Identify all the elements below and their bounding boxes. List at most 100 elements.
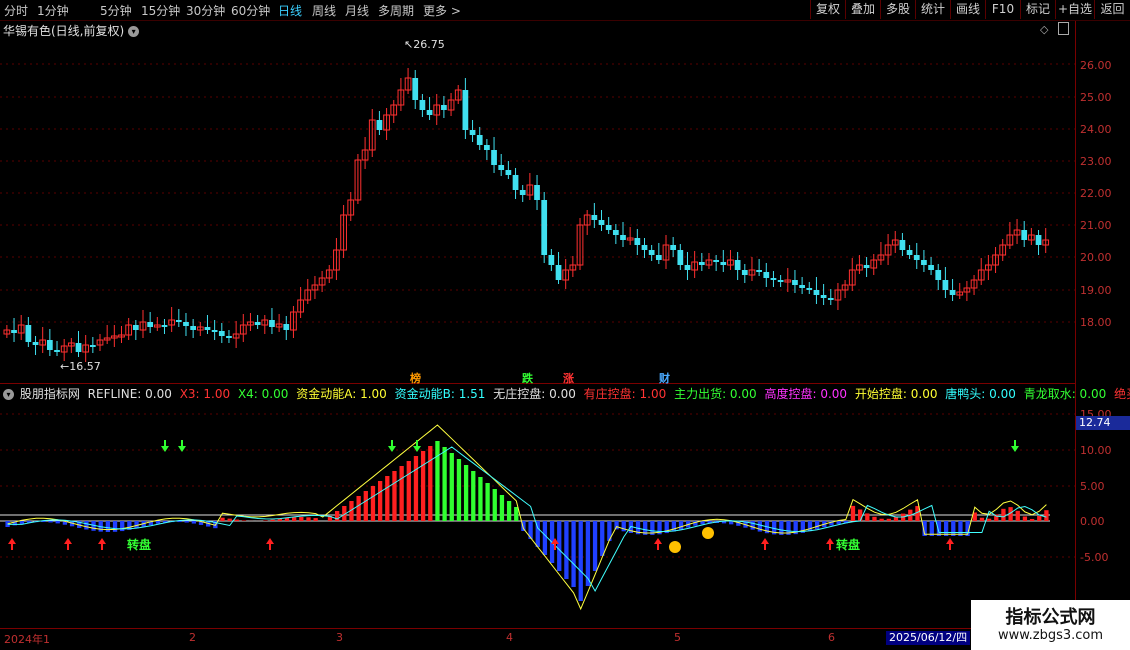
indicator-bar xyxy=(420,451,426,521)
indicator-bar xyxy=(363,491,368,521)
indicator-bar xyxy=(772,521,777,535)
candle-body xyxy=(620,235,626,240)
candle-body xyxy=(254,322,261,325)
param-duck-head: 唐鸭头: 0.00 xyxy=(945,387,1016,401)
x-label-may: 5 xyxy=(674,631,681,644)
indicator-bar xyxy=(743,521,748,528)
candle-body xyxy=(183,322,189,326)
candle-body xyxy=(175,320,182,322)
up-arrow xyxy=(8,538,16,550)
ind-y-tick-10: 10.00 xyxy=(1080,444,1112,457)
marker-rise[interactable]: 涨 xyxy=(563,370,574,386)
indicator-bar xyxy=(965,521,970,536)
indicator-bar xyxy=(170,521,175,523)
candle-body xyxy=(484,145,490,150)
indicator-bar xyxy=(865,513,870,521)
candle-body xyxy=(226,336,232,338)
indicator-bar xyxy=(213,521,218,529)
indicator-bar xyxy=(41,521,46,523)
param-absolute-buy: 绝买: 0.00 xyxy=(1114,387,1130,401)
candle-body xyxy=(419,100,426,110)
marker-list[interactable]: 榜 xyxy=(410,370,421,386)
down-arrow xyxy=(178,440,186,452)
indicator-bar xyxy=(893,516,899,521)
indicator-bar xyxy=(399,466,404,521)
indicator-bar xyxy=(435,441,440,521)
candle-body xyxy=(913,255,920,260)
indicator-bar xyxy=(270,519,275,521)
indicator-bar xyxy=(349,501,354,521)
candlestick-chart[interactable] xyxy=(0,0,1075,383)
ind-y-tick-neg5: -5.00 xyxy=(1080,551,1109,564)
candle-body xyxy=(799,285,805,288)
indicator-bar xyxy=(764,521,770,534)
candle-body xyxy=(541,200,548,255)
candle-body xyxy=(505,170,512,175)
candle-body xyxy=(763,272,770,278)
candle-body xyxy=(75,343,82,352)
indicator-bar xyxy=(614,521,619,530)
candle-body xyxy=(612,230,619,235)
y-tick-20: 20.00 xyxy=(1080,251,1112,264)
candle-body xyxy=(462,90,469,130)
candle-body xyxy=(770,278,777,280)
indicator-bar xyxy=(585,521,591,586)
indicator-bar xyxy=(592,521,598,571)
candle-body xyxy=(720,262,727,265)
indicator-bar xyxy=(528,521,533,539)
indicator-bar xyxy=(334,511,340,521)
indicator-bar xyxy=(943,521,949,536)
indicator-bar xyxy=(664,521,669,534)
indicator-bar xyxy=(542,521,548,555)
up-arrow xyxy=(654,538,662,550)
indicator-bar xyxy=(5,521,10,527)
indicator-bar xyxy=(600,521,605,556)
indicator-bar xyxy=(163,521,168,523)
indicator-bar xyxy=(807,521,813,532)
indicator-name[interactable]: 股朋指标网 xyxy=(20,387,80,401)
indicator-bar xyxy=(872,516,877,521)
marker-finance[interactable]: 财 xyxy=(659,370,670,386)
current-value-badge: 12.74 xyxy=(1076,416,1130,430)
chevron-down-icon[interactable]: ▾ xyxy=(3,389,14,400)
indicator-bar xyxy=(98,521,103,532)
indicator-bar xyxy=(284,517,290,521)
indicator-bar xyxy=(829,521,834,526)
candle-body xyxy=(376,120,383,130)
indicator-bar xyxy=(1022,516,1028,521)
indicator-bar xyxy=(1008,507,1013,521)
indicator-bar xyxy=(428,446,433,521)
indicator-bar xyxy=(292,517,297,521)
candle-body xyxy=(949,290,956,295)
axis-divider xyxy=(1075,21,1076,650)
indicator-bar xyxy=(48,521,53,523)
indicator-bar xyxy=(478,477,483,521)
indicator-bar xyxy=(750,521,755,530)
back-button[interactable]: 返回 xyxy=(1094,0,1130,19)
down-arrow xyxy=(161,440,169,452)
indicator-bar xyxy=(693,521,698,526)
y-tick-26: 26.00 xyxy=(1080,59,1112,72)
up-arrow xyxy=(64,538,72,550)
candle-body xyxy=(655,255,662,260)
candle-body xyxy=(598,220,605,225)
up-arrow xyxy=(761,538,769,550)
candle-body xyxy=(132,325,139,330)
indicator-bar xyxy=(184,521,189,523)
indicator-bar xyxy=(628,521,634,533)
indicator-bar xyxy=(815,521,820,530)
indicator-bar xyxy=(779,521,784,535)
indicator-bar xyxy=(112,521,118,532)
indicator-bar xyxy=(757,521,762,532)
candle-body xyxy=(512,175,519,190)
indicator-bar xyxy=(449,453,454,521)
candle-body xyxy=(218,331,225,336)
candle-body xyxy=(677,250,684,265)
indicator-bar xyxy=(463,465,469,521)
low-price-value: 16.57 xyxy=(69,360,101,373)
marker-fall[interactable]: 跌 xyxy=(522,370,533,386)
indicator-bar xyxy=(514,507,519,521)
y-tick-19: 19.00 xyxy=(1080,284,1112,297)
candle-body xyxy=(591,215,598,220)
indicator-bar xyxy=(442,447,447,521)
